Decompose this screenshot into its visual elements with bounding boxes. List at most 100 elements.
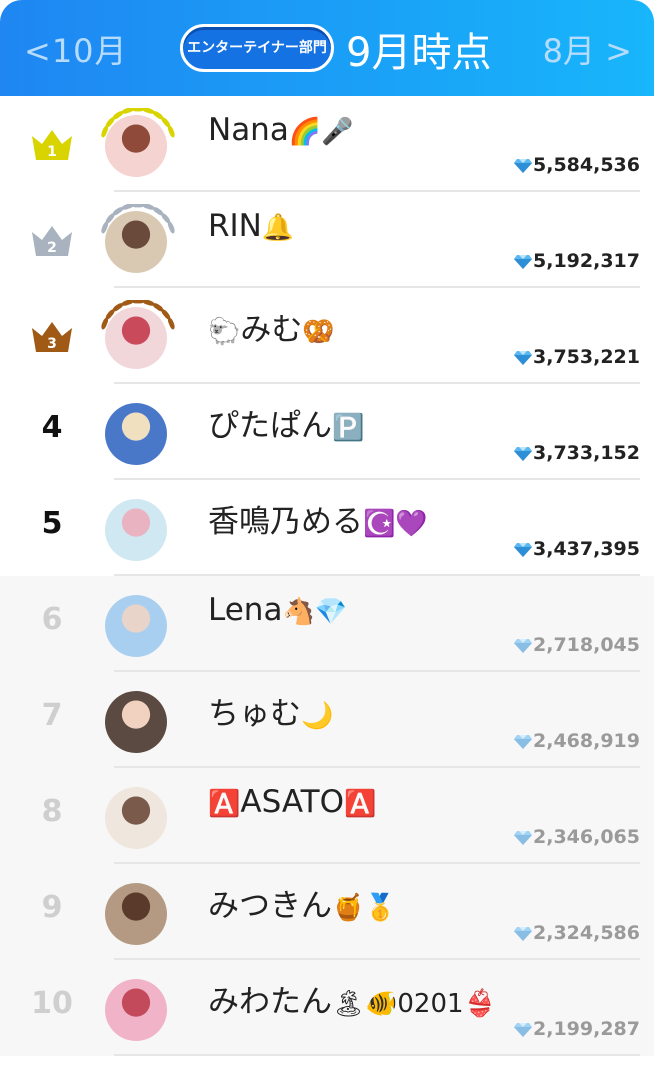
diamond-icon (514, 922, 533, 944)
name-emoji: 🌈🎤 (288, 117, 354, 147)
avatar[interactable] (105, 403, 167, 465)
rank-crown-icon: 1 (30, 126, 74, 162)
rank-crown-icon: 3 (30, 318, 74, 354)
score-text: 3,437,395 (533, 538, 640, 560)
avatar-frame (96, 204, 180, 278)
user-name[interactable]: 🐑みむ🥨 (208, 304, 335, 349)
name-emoji: 🏝🐠0201👙 (332, 989, 496, 1019)
avatar[interactable] (105, 979, 167, 1041)
avatar[interactable] (105, 883, 167, 945)
avatar[interactable] (105, 595, 167, 657)
ranking-row[interactable]: 8 🅰️ASATO🅰️ 2,346,065 (0, 768, 654, 864)
ranking-row[interactable]: 3 🐑みむ🥨 3,753,221 (0, 288, 654, 384)
score-value: 2,468,919 (514, 730, 640, 752)
score-value: 3,437,395 (514, 538, 640, 560)
score-text: 3,753,221 (533, 346, 640, 368)
avatar[interactable] (105, 307, 167, 369)
user-name-text: RIN (208, 208, 262, 244)
avatar-frame (96, 398, 180, 470)
user-name[interactable]: 🅰️ASATO🅰️ (208, 784, 376, 820)
row-divider (114, 1054, 640, 1056)
user-name-text: みむ (240, 312, 303, 348)
svg-text:3: 3 (47, 336, 57, 352)
diamond-icon (514, 730, 533, 752)
score-text: 2,324,586 (533, 922, 640, 944)
score-text: 5,584,536 (533, 154, 640, 176)
user-name[interactable]: Nana🌈🎤 (208, 112, 354, 148)
rank-number: 5 (41, 506, 63, 541)
name-emoji: 🔔 (261, 213, 295, 243)
next-month-button[interactable]: 8月 > (543, 26, 632, 72)
user-name[interactable]: 香鳴乃める☪️💜 (208, 496, 428, 541)
ranking-row[interactable]: 4 ぴたぱん🅿️ 3,733,152 (0, 384, 654, 480)
user-name-text: ちゅむ (208, 696, 301, 732)
name-emoji: 🐴💎 (282, 597, 348, 627)
user-name[interactable]: みわたん🏝🐠0201👙 (208, 976, 496, 1021)
score-value: 3,753,221 (514, 346, 640, 368)
avatar-frame (96, 494, 180, 566)
ranking-row[interactable]: 9 みつきん🍯🥇 2,324,586 (0, 864, 654, 960)
score-value: 5,584,536 (514, 154, 640, 176)
score-value: 2,199,287 (514, 1018, 640, 1040)
user-name-text: Nana (208, 112, 289, 148)
prev-month-button[interactable]: <10月 (24, 26, 128, 72)
avatar-frame (96, 686, 180, 758)
score-value: 2,346,065 (514, 826, 640, 848)
rank-number: 6 (41, 602, 63, 637)
diamond-icon (514, 1018, 533, 1040)
user-name-text: ASATO (240, 784, 344, 820)
rank-number: 10 (31, 986, 73, 1021)
name-prefix-emoji: 🅰️ (208, 789, 241, 819)
user-name-text: ぴたぱん (208, 408, 332, 444)
rank-crown-icon: 2 (30, 222, 74, 258)
score-text: 2,468,919 (533, 730, 640, 752)
ranking-row[interactable]: 2 RIN🔔 5,192,317 (0, 192, 654, 288)
ranking-row[interactable]: 10 みわたん🏝🐠0201👙 2,199,287 (0, 960, 654, 1056)
name-emoji: 🅿️ (332, 413, 365, 443)
ranking-row[interactable]: 5 香鳴乃める☪️💜 3,437,395 (0, 480, 654, 576)
user-name-text: 香鳴乃める (208, 504, 363, 540)
rank-number: 8 (41, 794, 63, 829)
ranking-row[interactable]: 6 Lena🐴💎 2,718,045 (0, 576, 654, 672)
avatar[interactable] (105, 691, 167, 753)
avatar[interactable] (105, 115, 167, 177)
score-text: 3,733,152 (533, 442, 640, 464)
diamond-icon (514, 826, 533, 848)
ranking-card: <10月 エンターテイナー部門 9月時点 8月 > 1 Nana🌈🎤 5,584… (0, 0, 654, 1088)
user-name[interactable]: みつきん🍯🥇 (208, 880, 397, 925)
avatar[interactable] (105, 787, 167, 849)
diamond-icon (514, 442, 533, 464)
score-text: 2,718,045 (533, 634, 640, 656)
user-name[interactable]: ちゅむ🌙 (208, 688, 333, 733)
name-emoji: 🌙 (301, 701, 334, 731)
ranking-header: <10月 エンターテイナー部門 9月時点 8月 > (0, 0, 654, 96)
score-text: 5,192,317 (533, 250, 640, 272)
svg-text:1: 1 (47, 144, 57, 160)
diamond-icon (514, 346, 533, 368)
score-value: 5,192,317 (514, 250, 640, 272)
name-emoji: 🍯🥇 (332, 893, 397, 923)
name-emoji: ☪️💜 (363, 509, 428, 539)
avatar[interactable] (105, 211, 167, 273)
name-emoji: 🥨 (302, 317, 335, 347)
avatar-frame (96, 300, 180, 374)
diamond-icon (514, 250, 533, 272)
avatar-frame (96, 590, 180, 662)
diamond-icon (514, 538, 533, 560)
score-text: 2,346,065 (533, 826, 640, 848)
name-emoji: 🅰️ (343, 789, 377, 819)
user-name[interactable]: RIN🔔 (208, 208, 294, 244)
svg-text:2: 2 (47, 240, 57, 256)
user-name[interactable]: Lena🐴💎 (208, 592, 347, 628)
score-value: 2,324,586 (514, 922, 640, 944)
user-name-text: みわたん (208, 984, 332, 1020)
category-badge[interactable]: エンターテイナー部門 (180, 24, 334, 72)
rank-number: 4 (41, 410, 63, 445)
user-name[interactable]: ぴたぱん🅿️ (208, 400, 364, 445)
rank-number: 7 (41, 698, 63, 733)
period-title: 9月時点 (346, 30, 492, 76)
ranking-row[interactable]: 1 Nana🌈🎤 5,584,536 (0, 96, 654, 192)
avatar[interactable] (105, 499, 167, 561)
avatar-frame (96, 108, 180, 182)
ranking-row[interactable]: 7 ちゅむ🌙 2,468,919 (0, 672, 654, 768)
